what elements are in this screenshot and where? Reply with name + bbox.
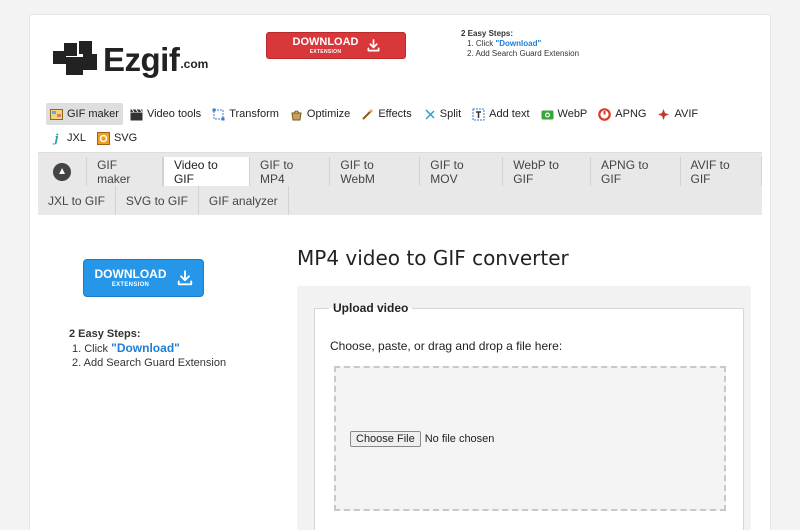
upload-panel: Upload video Choose, paste, or drag and … (297, 286, 751, 530)
tools-menu: GIF maker Video tools Transform Optimize… (46, 103, 746, 149)
home-icon: ▲ (53, 162, 72, 181)
logo-suffix: .com (180, 57, 209, 71)
tab-avif-to-gif[interactable]: AVIF to GIF (681, 157, 762, 186)
tool-split[interactable]: Split (419, 103, 465, 125)
tab-gif-to-mp4[interactable]: GIF to MP4 (250, 157, 331, 186)
tool-gif-maker[interactable]: GIF maker (46, 103, 123, 125)
tool-effects[interactable]: Effects (357, 103, 415, 125)
tool-label: Add text (489, 108, 530, 120)
tool-avif[interactable]: AVIF (653, 103, 702, 125)
tool-label: AVIF (674, 108, 699, 120)
tab-video-to-gif[interactable]: Video to GIF (162, 157, 250, 186)
easy-steps-top: 2 Easy Steps: 1. Click "Download" 2. Add… (461, 29, 579, 59)
tab-webp-to-gif[interactable]: WebP to GIF (503, 157, 592, 186)
tool-label: GIF maker (67, 108, 119, 120)
tab-apng-to-gif[interactable]: APNG to GIF (591, 157, 681, 186)
ezgif-logo-icon (53, 37, 99, 77)
converter-tabs: ▲ GIF maker Video to GIF GIF to MP4 GIF … (38, 152, 762, 215)
tool-label: Effects (378, 108, 412, 120)
clapperboard-icon (130, 108, 143, 121)
tool-jxl[interactable]: j JXL (46, 127, 90, 149)
download-extension-button-top[interactable]: DOWNLOAD EXTENSION (266, 32, 406, 59)
file-status: No file chosen (424, 433, 495, 445)
tool-video-tools[interactable]: Video tools (126, 103, 205, 125)
step-1: 1. Click "Download" (69, 341, 226, 356)
download-link[interactable]: "Download" (111, 341, 180, 355)
optimize-icon (290, 108, 303, 121)
upload-instructions: Choose, paste, or drag and drop a file h… (330, 339, 563, 353)
extension-label: EXTENSION (111, 282, 150, 288)
step-1: 1. Click "Download" (461, 39, 579, 49)
tool-label: APNG (615, 108, 647, 120)
easy-steps-side: 2 Easy Steps: 1. Click "Download" 2. Add… (69, 327, 226, 370)
tool-label: Transform (229, 108, 279, 120)
upload-fieldset: Upload video Choose, paste, or drag and … (314, 301, 744, 530)
tab-jxl-to-gif[interactable]: JXL to GIF (38, 186, 116, 215)
tab-gif-maker[interactable]: GIF maker (87, 157, 163, 186)
scissors-icon (423, 108, 436, 121)
tool-webp[interactable]: WebP (537, 103, 592, 125)
tool-label: Split (439, 108, 462, 120)
gif-maker-icon (50, 108, 63, 121)
download-label: DOWNLOAD (94, 267, 167, 281)
step-1-prefix: 1. Click (467, 39, 496, 48)
tool-optimize[interactable]: Optimize (286, 103, 354, 125)
page-container: Ezgif .com DOWNLOAD EXTENSION 2 Easy Ste… (29, 14, 771, 530)
choose-file-button[interactable]: Choose File (350, 431, 421, 447)
tool-label: JXL (67, 132, 86, 144)
tab-gif-to-mov[interactable]: GIF to MOV (420, 157, 504, 186)
tool-apng[interactable]: APNG (594, 103, 650, 125)
tool-transform[interactable]: Transform (208, 103, 283, 125)
tool-add-text[interactable]: Add text (468, 103, 533, 125)
step-2: 2. Add Search Guard Extension (467, 49, 580, 58)
tool-label: Optimize (306, 108, 351, 120)
step-1-prefix: 1. Click (72, 343, 112, 355)
step-2: 2. Add Search Guard Extension (72, 357, 227, 369)
upload-legend: Upload video (329, 301, 413, 315)
tab-row-1: ▲ GIF maker Video to GIF GIF to MP4 GIF … (38, 157, 762, 186)
apng-icon (598, 107, 612, 121)
tab-row-2: JXL to GIF SVG to GIF GIF analyzer (38, 186, 289, 215)
tab-svg-to-gif[interactable]: SVG to GIF (116, 186, 199, 215)
tool-label: Video tools (146, 108, 202, 120)
download-arrow-icon (367, 39, 379, 52)
download-label: DOWNLOAD (292, 35, 359, 48)
steps-title: 2 Easy Steps: (69, 328, 141, 340)
avif-icon (657, 108, 670, 121)
tab-gif-analyzer[interactable]: GIF analyzer (199, 186, 289, 215)
tab-gif-to-webm[interactable]: GIF to WebM (330, 157, 421, 186)
download-link[interactable]: "Download" (495, 39, 541, 48)
logo-text: Ezgif (103, 41, 180, 78)
tool-label: SVG (113, 132, 138, 144)
download-arrow-icon (177, 270, 192, 286)
jxl-icon: j (54, 131, 59, 145)
download-extension-button-side[interactable]: DOWNLOAD EXTENSION (83, 259, 204, 297)
tab-home[interactable]: ▲ (38, 157, 88, 186)
extension-label: EXTENSION (309, 48, 342, 55)
steps-title: 2 Easy Steps: (461, 29, 514, 38)
file-input[interactable]: Choose File No file chosen (350, 431, 494, 447)
webp-icon (541, 108, 554, 121)
transform-icon (212, 108, 225, 121)
tool-label: WebP (557, 108, 588, 120)
tool-svg[interactable]: SVG (93, 127, 141, 149)
svg-icon (96, 131, 110, 145)
ezgif-logo[interactable]: Ezgif .com (53, 37, 208, 77)
add-text-icon (472, 108, 485, 121)
page-title: MP4 video to GIF converter (297, 246, 569, 270)
magic-wand-icon (361, 108, 375, 121)
drop-zone[interactable]: Choose File No file chosen (334, 366, 726, 511)
